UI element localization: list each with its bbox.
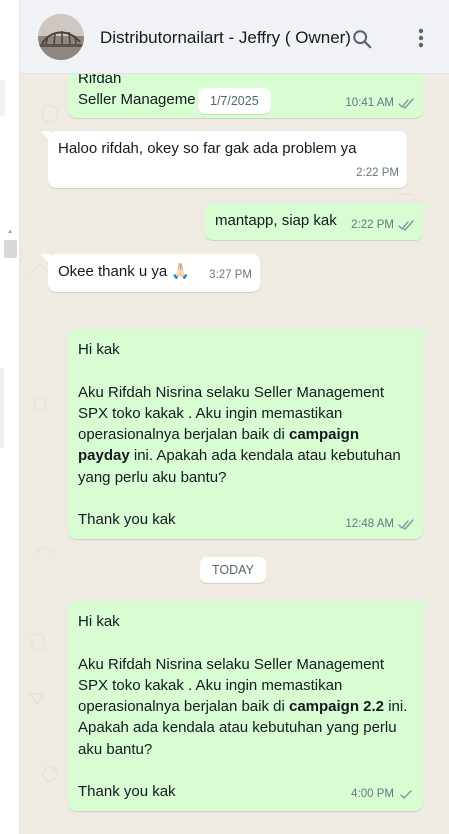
message-meta: 3:27 PM [209, 265, 252, 286]
avatar[interactable] [38, 14, 84, 60]
left-panel-highlight [0, 80, 5, 116]
sent-tick-icon [400, 790, 412, 799]
message-time: 2:22 PM [351, 218, 394, 231]
read-tick-icon [398, 519, 414, 530]
bubble-tail-icon [421, 329, 431, 339]
bubble-tail-icon [40, 131, 50, 141]
date-separator-today: TODAY [200, 557, 266, 583]
bubble-tail-icon [40, 254, 50, 264]
message-bubble-outgoing[interactable]: Hi kak Aku Rifdah Nisrina selaku Seller … [68, 329, 431, 539]
message-text-line: Rifdah [78, 74, 122, 87]
message-time: 4:00 PM [351, 787, 394, 800]
message-time: 10:41 AM [345, 96, 394, 109]
search-icon[interactable] [351, 28, 373, 50]
message-bold-text: campaign 2.2 [288, 698, 385, 716]
profile-photo-icon [38, 14, 84, 60]
left-panel-scrollbar[interactable] [4, 240, 17, 258]
message-time: 2:22 PM [356, 166, 399, 179]
bubble-tail-icon [421, 203, 431, 213]
message-meta: 12:48 AM [345, 514, 415, 535]
date-separator: 1/7/2025 [198, 88, 271, 114]
message-time: 3:27 PM [209, 268, 252, 281]
message-time: 12:48 AM [345, 517, 394, 530]
read-tick-icon [398, 220, 414, 231]
chat-header[interactable]: Distributornailart - Jeffry ( Owner) [20, 0, 449, 74]
bubble-tail-icon [421, 601, 431, 611]
message-meta: 2:22 PM [356, 163, 399, 184]
message-meta: 10:41 AM [345, 93, 415, 114]
message-greeting: Hi kak [78, 341, 120, 358]
message-body: Aku Rifdah Nisrina selaku Seller Managem… [78, 654, 413, 760]
read-tick-icon [398, 98, 414, 109]
chat-title[interactable]: Distributornailart - Jeffry ( Owner) [100, 28, 351, 48]
message-meta: 4:00 PM [351, 784, 415, 805]
left-panel-block [0, 368, 4, 448]
message-bubble-outgoing[interactable]: mantapp, siap kak 2:22 PM [205, 203, 431, 240]
scroll-up-arrow-icon[interactable]: ▲ [7, 229, 13, 235]
message-bubble-incoming[interactable]: Okee thank u ya 🙏🏻 3:27 PM [40, 254, 260, 292]
chat-area[interactable]: Rifdah Seller Manageme 10:41 AM 1/7/2025… [20, 74, 449, 834]
message-greeting: Hi kak [78, 613, 120, 630]
message-bubble-incoming[interactable]: Haloo rifdah, okey so far gak ada proble… [40, 131, 407, 188]
message-body: Aku Rifdah Nisrina selaku Seller Managem… [78, 382, 413, 488]
message-text: Haloo rifdah, okey so far gak ada proble… [58, 140, 357, 157]
message-meta: 2:22 PM [351, 215, 415, 236]
message-bubble-outgoing[interactable]: Hi kak Aku Rifdah Nisrina selaku Seller … [68, 601, 431, 811]
kebab-menu-icon[interactable] [413, 27, 429, 49]
left-panel-edge: ▲ [0, 0, 20, 834]
